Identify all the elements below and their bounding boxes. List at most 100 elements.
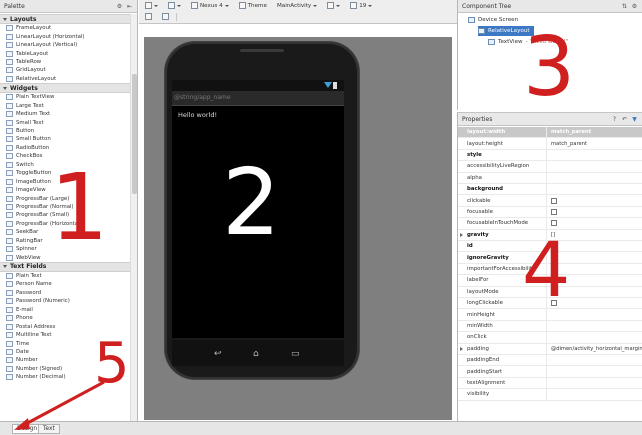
expand-triangle-icon[interactable]	[460, 346, 463, 351]
palette-item[interactable]: Small Button	[0, 135, 130, 143]
hide-icon[interactable]: ⇤	[126, 3, 133, 10]
tree-node[interactable]: Device Screen	[468, 15, 522, 25]
property-value[interactable]	[547, 208, 642, 215]
palette-item-label: Medium Text	[16, 111, 51, 118]
palette-item[interactable]: TableRow	[0, 58, 130, 66]
property-row[interactable]: focusable	[458, 206, 642, 219]
property-row[interactable]: textAlignment	[458, 377, 642, 390]
property-row[interactable]: paddingStart	[458, 366, 642, 378]
settings-icon[interactable]: ⚙	[116, 3, 123, 10]
palette-header: Palette ⚙ ⇤	[0, 0, 137, 13]
filter-icon[interactable]: ▼	[631, 116, 638, 123]
palette-item-label: Number (Signed)	[16, 365, 63, 372]
help-icon[interactable]: ?	[611, 116, 618, 123]
zoom-fit-button[interactable]	[142, 12, 155, 21]
property-name: textAlignment	[458, 377, 547, 389]
palette-item[interactable]: FrameLayout	[0, 24, 130, 32]
palette-item-label: Plain Text	[16, 273, 42, 280]
settings-icon[interactable]: ⚙	[631, 3, 638, 10]
palette-item[interactable]: TableLayout	[0, 49, 130, 57]
expand-all-icon[interactable]: ⇅	[621, 3, 628, 10]
expand-triangle-icon[interactable]	[460, 232, 463, 237]
widget-icon	[6, 187, 13, 194]
property-value[interactable]: @dimen/activity_horizontal_margin	[547, 346, 642, 352]
widget-icon	[6, 42, 13, 49]
device-dropdown[interactable]: Nexus 4	[188, 1, 232, 10]
property-value[interactable]: match_parent	[547, 129, 642, 135]
theme-button[interactable]: Theme	[236, 1, 270, 10]
property-checkbox[interactable]	[551, 197, 557, 204]
palette-item-label: Small Text	[16, 119, 44, 126]
palette-item[interactable]: Postal Address	[0, 322, 130, 330]
palette-item[interactable]: Medium Text	[0, 110, 130, 118]
palette-item[interactable]: Small Text	[0, 118, 130, 126]
widget-icon	[6, 229, 13, 236]
palette-title: Palette	[4, 2, 25, 10]
tab-text[interactable]: Text	[38, 424, 60, 434]
palette-item-label: Plain TextView	[16, 94, 55, 101]
property-name: clickable	[458, 195, 547, 206]
property-row[interactable]: accessibilityLiveRegion	[458, 161, 642, 173]
palette-item[interactable]: Phone	[0, 314, 130, 322]
palette-item[interactable]: Password	[0, 289, 130, 297]
palette-group-label: Layouts	[10, 15, 37, 23]
palette-item-label: Small Button	[16, 136, 51, 143]
property-row[interactable]: style	[458, 149, 642, 162]
property-row[interactable]: minWidth	[458, 320, 642, 333]
palette-group-header[interactable]: Layouts	[0, 14, 130, 24]
palette-item[interactable]: Plain Text	[0, 272, 130, 280]
property-row[interactable]: alpha	[458, 172, 642, 184]
activity-dropdown[interactable]: MainActivity	[274, 1, 320, 10]
widget-icon	[6, 254, 13, 261]
widget-icon	[6, 212, 13, 219]
status-bar	[172, 80, 344, 91]
wifi-icon	[324, 82, 332, 88]
palette-item[interactable]: GridLayout	[0, 66, 130, 74]
palette-scrollbar[interactable]	[130, 14, 137, 421]
palette-item-label: FrameLayout	[16, 25, 52, 32]
editor-bottom-tabs: Design Text	[0, 421, 642, 435]
palette-group-header[interactable]: Widgets	[0, 83, 130, 94]
property-name: onClick	[458, 332, 547, 343]
palette-group-header[interactable]: Text Fields	[0, 261, 130, 272]
property-row[interactable]: clickable	[458, 195, 642, 207]
palette-item-label: Large Text	[16, 102, 44, 109]
palette-item[interactable]: LinearLayout (Horizontal)	[0, 32, 130, 40]
api-dropdown[interactable]: 19	[347, 1, 375, 10]
palette-item[interactable]: Button	[0, 127, 130, 135]
widget-icon	[6, 170, 13, 177]
restore-icon[interactable]: ↶	[621, 116, 628, 123]
palette-item[interactable]: Large Text	[0, 102, 130, 110]
palette-item[interactable]: Person Name	[0, 280, 130, 288]
property-row[interactable]: paddingEnd	[458, 355, 642, 367]
android-icon	[350, 2, 358, 9]
property-checkbox[interactable]	[551, 208, 557, 215]
palette-scrollbar-thumb[interactable]	[132, 74, 137, 194]
property-row[interactable]: layout:height match_parent	[458, 138, 642, 150]
orientation-button[interactable]	[165, 1, 184, 10]
property-row[interactable]: visibility	[458, 389, 642, 401]
component-tree-header: Component Tree ⇅ ⚙	[458, 0, 642, 13]
widget-icon	[6, 323, 13, 330]
property-row[interactable]: onClick	[458, 332, 642, 344]
hello-textview[interactable]: Hello world!	[178, 111, 217, 119]
phone-icon	[191, 2, 198, 9]
zoom-actual-button[interactable]	[159, 12, 172, 21]
locale-dropdown[interactable]	[324, 1, 343, 10]
palette-item[interactable]: LinearLayout (Vertical)	[0, 41, 130, 49]
zoom-actual-icon	[162, 13, 169, 20]
property-row[interactable]: padding @dimen/activity_horizontal_margin	[458, 343, 642, 355]
property-value[interactable]	[547, 197, 642, 204]
palette-item[interactable]: Plain TextView	[0, 93, 130, 101]
property-value[interactable]: match_parent	[547, 141, 642, 147]
palette-item-label: CheckBox	[16, 153, 43, 160]
property-row[interactable]: background	[458, 184, 642, 196]
palette-item[interactable]: Password (Numeric)	[0, 297, 130, 305]
palette-item[interactable]: RelativeLayout	[0, 75, 130, 83]
property-name: focusable	[458, 206, 547, 218]
property-row[interactable]: layout:width match_parent	[458, 127, 642, 139]
palette-item[interactable]: E-mail	[0, 306, 130, 314]
palette-toggle-button[interactable]	[142, 1, 161, 10]
palette-item-label: ImageButton	[16, 178, 51, 185]
palette-item[interactable]: RadioButton	[0, 144, 130, 152]
